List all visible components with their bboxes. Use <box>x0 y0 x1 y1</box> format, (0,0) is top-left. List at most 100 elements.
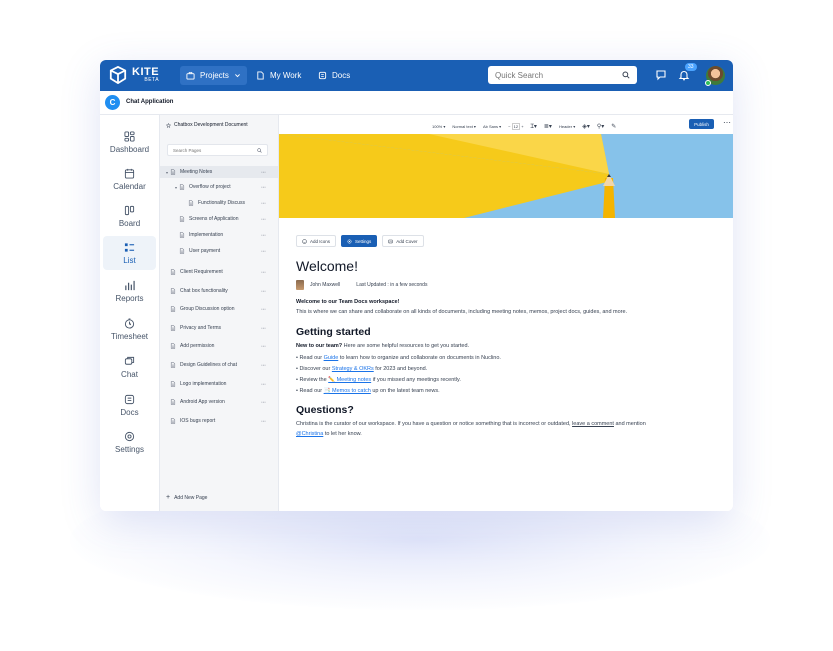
page-list-item[interactable]: Implementation ••• <box>160 229 279 241</box>
share-icon[interactable]: ⚲▾ <box>597 123 604 130</box>
sidebar-item-settings[interactable]: Settings <box>103 425 156 459</box>
page-list-item[interactable]: ▾ Meeting Notes ••• <box>160 166 279 178</box>
add-icons-button[interactable]: Add Icons <box>296 235 337 247</box>
page-list-item-label: Design Guidelines of chat <box>180 362 237 368</box>
more-options-icon[interactable]: ••• <box>261 217 266 221</box>
page-list-item-label: Functionality Discuss <box>198 200 245 206</box>
page-list-item[interactable]: IOS bugs report ••• <box>160 415 279 427</box>
document-title[interactable]: Chatbox Development Document <box>166 122 248 128</box>
nav-docs[interactable]: Docs <box>312 66 356 85</box>
quick-search-input[interactable] <box>495 70 622 80</box>
quick-search[interactable] <box>488 66 637 84</box>
project-name[interactable]: Chat Application <box>126 99 173 105</box>
star-icon[interactable] <box>166 122 171 128</box>
page-search[interactable] <box>167 144 268 156</box>
page-list-item[interactable]: Chat box functionality ••• <box>160 285 279 297</box>
sidebar-item-docs[interactable]: Docs <box>103 388 156 422</box>
intro-text: This is where we can share and collabora… <box>296 309 628 315</box>
search-icon[interactable] <box>257 147 262 153</box>
timesheet-icon <box>124 317 135 329</box>
page-list-item[interactable]: User payment ••• <box>160 245 279 257</box>
plus-icon: + <box>166 494 171 501</box>
page-list-item[interactable]: Group Discussion option ••• <box>160 303 279 315</box>
settings-button[interactable]: Settings <box>341 235 378 247</box>
plus-icon[interactable]: + <box>520 124 523 129</box>
guide-link[interactable]: Guide <box>324 355 339 361</box>
chat-icon <box>124 356 135 365</box>
bullet-text: if you missed any meetings recently. <box>371 377 461 383</box>
text-height-icon[interactable]: Ɪ▾ <box>531 122 537 130</box>
chat-bubble-icon[interactable] <box>655 69 667 81</box>
list-format-icon[interactable]: ≣▾ <box>544 123 552 130</box>
page-list-item[interactable]: Screens of Application ••• <box>160 213 279 225</box>
page-list-item-label: User payment <box>189 248 221 254</box>
more-options-icon[interactable]: ••• <box>261 344 266 348</box>
more-options-icon[interactable]: ••• <box>261 249 266 253</box>
more-options-icon[interactable]: ••• <box>261 382 266 386</box>
sidebar-item-chat[interactable]: Chat <box>103 350 156 384</box>
more-options-icon[interactable]: ••• <box>261 400 266 404</box>
more-options-icon[interactable]: ••• <box>261 185 266 189</box>
bullet-text: • Read our <box>296 388 324 394</box>
nav-projects[interactable]: Projects <box>180 66 247 85</box>
pages-panel: ▾Meeting Notes••• ▾Overflow of project•••… <box>160 115 279 511</box>
emoji-icon <box>302 238 307 244</box>
search-icon[interactable] <box>622 71 630 79</box>
zoom-select[interactable]: 100% ▾ <box>432 124 445 129</box>
add-new-page-button[interactable]: + Add New Page <box>166 494 207 501</box>
memos-link[interactable]: 📑 Memos to catch <box>324 388 371 394</box>
notification-badge: 33 <box>685 63 697 71</box>
sidebar-item-label: Settings <box>115 444 144 454</box>
more-options-icon[interactable]: ••• <box>261 289 266 293</box>
christina-mention[interactable]: @Christina <box>296 431 323 437</box>
color-icon[interactable]: ◈▾ <box>582 123 590 130</box>
sidebar-item-dashboard[interactable]: Dashboard <box>103 125 156 159</box>
heading-select[interactable]: Header ▾ <box>559 124 575 129</box>
more-options-icon[interactable]: ••• <box>261 363 266 367</box>
sidebar-item-reports[interactable]: Reports <box>103 274 156 308</box>
sidebar-item-calendar[interactable]: Calendar <box>103 162 156 196</box>
page-search-input[interactable] <box>173 147 257 153</box>
sidebar-item-timesheet[interactable]: Timesheet <box>103 312 156 346</box>
page-list-item[interactable]: Design Guidelines of chat ••• <box>160 359 279 371</box>
more-options-icon[interactable]: ••• <box>261 270 266 274</box>
text-style-select[interactable]: Normal text ▾ <box>452 124 476 129</box>
formatting-toolbar: 100% ▾ Normal text ▾ Ab Sans ▾ − 12 + Ɪ▾… <box>432 122 623 130</box>
calendar-icon <box>124 168 135 179</box>
author-row: John Maxwell Last Updated : in a few sec… <box>296 280 427 290</box>
page-doc-icon <box>170 381 176 387</box>
page-list-item[interactable]: ▾ Overflow of project ••• <box>160 181 279 193</box>
more-options-icon[interactable]: ••• <box>261 326 266 330</box>
kite-logo[interactable]: KITE BETA <box>109 66 159 84</box>
page-list-item[interactable]: Functionality Discuss ••• <box>160 197 279 209</box>
more-options-icon[interactable]: ••• <box>261 201 266 205</box>
more-options-icon[interactable]: ••• <box>261 233 266 237</box>
leave-comment-link[interactable]: leave a comment <box>572 421 614 427</box>
edit-icon[interactable]: ✎ <box>611 123 616 130</box>
page-list-item[interactable]: Android App version ••• <box>160 396 279 408</box>
meeting-notes-link[interactable]: ✏️ Meeting notes <box>328 377 371 383</box>
nav-my-work[interactable]: My Work <box>250 66 307 85</box>
more-options-icon[interactable]: ••• <box>261 307 266 311</box>
questions-text: Christina is the curator of our workspac… <box>296 421 573 427</box>
more-options-icon[interactable]: ••• <box>261 419 266 423</box>
more-options-icon[interactable]: ••• <box>261 170 266 174</box>
font-size-stepper[interactable]: − 12 + <box>508 122 524 130</box>
add-cover-button[interactable]: Add Cover <box>382 235 424 247</box>
font-select[interactable]: Ab Sans ▾ <box>483 124 501 129</box>
strategy-link[interactable]: Strategy & OKRs <box>332 366 374 372</box>
more-options-icon[interactable]: ⋯ <box>723 118 731 127</box>
chevron-down-icon: ▾ <box>442 123 446 129</box>
file-icon <box>257 71 264 80</box>
page-list-item[interactable]: Privacy and Terms ••• <box>160 322 279 334</box>
page-list-item[interactable]: Add permission ••• <box>160 340 279 352</box>
publish-button[interactable]: Publish <box>689 119 714 129</box>
page-list-item[interactable]: Logo implementation ••• <box>160 378 279 390</box>
kite-logo-icon <box>109 66 127 84</box>
project-avatar[interactable]: C <box>105 95 120 110</box>
page-list-item[interactable]: Client Requirement ••• <box>160 266 279 278</box>
sidebar-item-list[interactable]: List <box>103 236 156 270</box>
sidebar-item-board[interactable]: Board <box>103 199 156 233</box>
add-cover-label: Add Cover <box>396 238 418 244</box>
reports-icon <box>125 280 135 290</box>
